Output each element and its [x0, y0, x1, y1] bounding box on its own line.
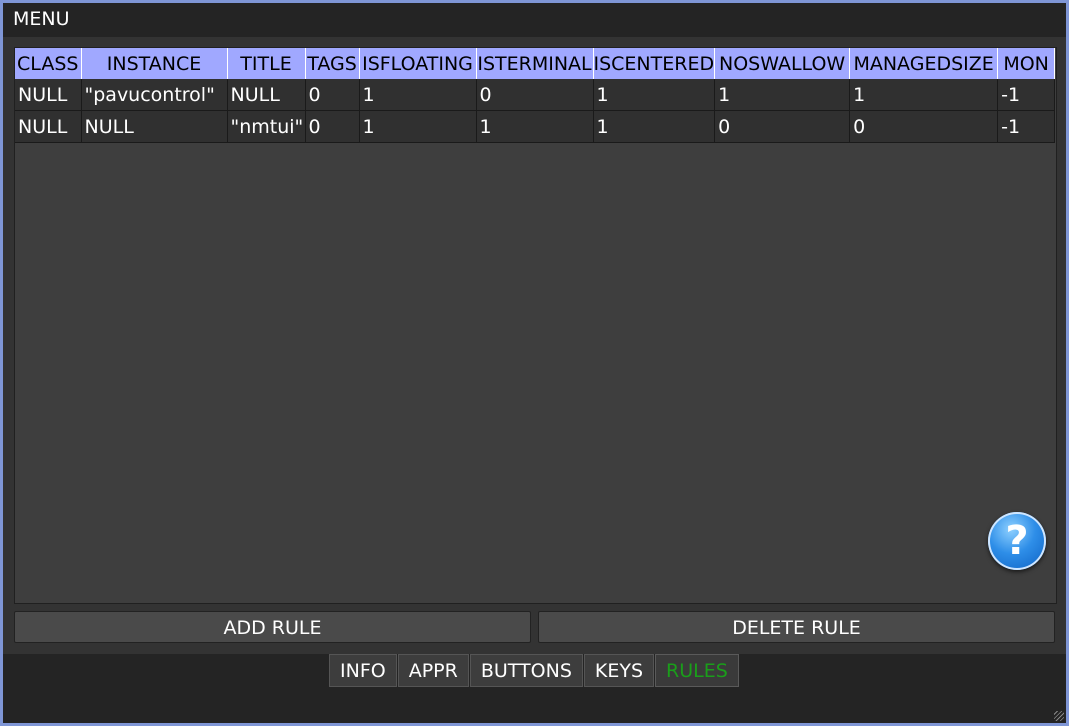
rules-panel: CLASS INSTANCE TITLE TAGS ISFLOATING IST… — [3, 37, 1066, 654]
add-rule-button[interactable]: ADD RULE — [14, 611, 531, 643]
table-header-row: CLASS INSTANCE TITLE TAGS ISFLOATING IST… — [15, 48, 1056, 79]
tab-keys[interactable]: KEYS — [583, 654, 655, 687]
tab-rules[interactable]: RULES — [655, 654, 739, 687]
table-cell[interactable]: 0 — [305, 110, 360, 143]
table-cell[interactable]: 1 — [593, 110, 716, 143]
column-header[interactable]: ISCENTERED — [593, 48, 716, 79]
table-cell[interactable]: 0 — [476, 79, 594, 111]
table-cell[interactable]: "nmtui" — [227, 110, 306, 143]
tab-appr[interactable]: APPR — [397, 654, 469, 687]
table-cell[interactable]: NULL — [15, 110, 82, 143]
rules-table-area: CLASS INSTANCE TITLE TAGS ISFLOATING IST… — [14, 47, 1057, 604]
column-header[interactable]: ISTERMINAL — [476, 48, 594, 79]
resize-grip-icon[interactable] — [1054, 711, 1064, 721]
table-row[interactable]: NULL "pavucontrol" NULL 0 1 0 1 1 1 -1 — [15, 79, 1056, 111]
table-cell[interactable]: 1 — [359, 79, 477, 111]
tab-info[interactable]: INFO — [329, 654, 397, 687]
table-cell[interactable]: 1 — [359, 110, 477, 143]
table-cell[interactable]: -1 — [997, 110, 1056, 143]
table-cell[interactable]: NULL — [15, 79, 82, 111]
column-header[interactable]: ISFLOATING — [359, 48, 477, 79]
column-header[interactable]: TAGS — [305, 48, 360, 79]
help-icon[interactable]: ? — [988, 512, 1046, 570]
table-cell[interactable]: NULL — [81, 110, 228, 143]
column-header[interactable]: NOSWALLOW — [714, 48, 851, 79]
title-bar[interactable]: MENU — [3, 3, 1066, 35]
table-cell[interactable]: -1 — [997, 79, 1056, 111]
table-row[interactable]: NULL NULL "nmtui" 0 1 1 1 0 0 -1 — [15, 110, 1056, 143]
rules-table: CLASS INSTANCE TITLE TAGS ISFLOATING IST… — [15, 48, 1056, 143]
table-cell[interactable]: 1 — [593, 79, 716, 111]
tab-bar: INFO APPR BUTTONS KEYS RULES — [329, 654, 740, 687]
menu-window: MENU CLASS INSTANCE TITLE TAGS ISFLOATIN… — [3, 3, 1066, 723]
help-glyph: ? — [1005, 518, 1029, 564]
tab-buttons[interactable]: BUTTONS — [469, 654, 583, 687]
column-header[interactable]: INSTANCE — [81, 48, 228, 79]
column-header[interactable]: TITLE — [227, 48, 306, 79]
table-cell[interactable]: 0 — [305, 79, 360, 111]
table-cell[interactable]: 0 — [849, 110, 999, 143]
delete-rule-button[interactable]: DELETE RULE — [538, 611, 1055, 643]
column-header[interactable]: CLASS — [15, 48, 82, 79]
table-cell[interactable]: 1 — [714, 79, 851, 111]
table-cell[interactable]: NULL — [227, 79, 306, 111]
column-header[interactable]: MON — [997, 48, 1056, 79]
table-cell[interactable]: 1 — [476, 110, 594, 143]
table-cell[interactable]: "pavucontrol" — [81, 79, 228, 111]
column-header[interactable]: MANAGEDSIZE — [849, 48, 999, 79]
table-cell[interactable]: 1 — [849, 79, 999, 111]
window-title: MENU — [13, 8, 70, 30]
table-cell[interactable]: 0 — [714, 110, 851, 143]
